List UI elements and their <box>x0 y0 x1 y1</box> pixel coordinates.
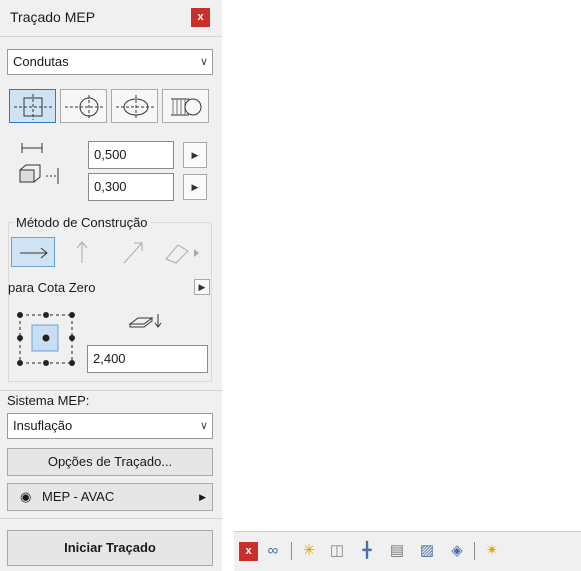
add-segment-icon[interactable]: ◫ <box>326 540 348 562</box>
construction-group-label: Método de Construção <box>14 215 150 230</box>
arrow-right-icon <box>20 247 48 259</box>
divider <box>0 36 222 37</box>
width-input[interactable]: 0,500 <box>88 141 174 169</box>
routing-options-button[interactable]: Opções de Traçado... <box>7 448 213 476</box>
zero-level-label: para Cota Zero <box>8 280 96 295</box>
divider <box>0 390 222 391</box>
width-menu-button[interactable]: ▶ <box>183 142 207 168</box>
oval-duct-tool[interactable] <box>111 89 158 123</box>
zero-level-menu-button[interactable]: ▶ <box>194 279 210 295</box>
palette-title: Traçado MEP <box>10 9 96 25</box>
circular-duct-icon <box>65 95 103 119</box>
settings-star-icon[interactable]: ✴ <box>481 540 503 562</box>
rectangular-duct-icon <box>14 94 52 120</box>
sloped-route-icon[interactable] <box>158 237 208 267</box>
chevron-down-icon: ∨ <box>199 420 208 432</box>
routing-link-icon[interactable]: ∞ <box>262 540 284 562</box>
close-button[interactable]: x <box>191 8 210 27</box>
edit-route-icon[interactable]: ▨ <box>416 540 438 562</box>
insert-branch-icon[interactable]: ╋ <box>356 540 378 562</box>
dimension-icon <box>19 143 59 184</box>
select-segment-icon[interactable]: ▤ <box>386 540 408 562</box>
height-input[interactable]: 0,300 <box>88 173 174 201</box>
elevation-input[interactable]: 2,400 <box>87 345 208 373</box>
start-routing-button[interactable]: Iniciar Traçado <box>7 530 213 566</box>
divider <box>0 518 222 519</box>
route-3d-icon[interactable]: ◈ <box>446 540 468 562</box>
layer-button[interactable]: ◉ MEP - AVAC ▶ <box>7 483 213 511</box>
mep-routing-palette: Traçado MEP x Condutas ∨ 0,500 ▶ 0,300 ▶… <box>0 0 222 571</box>
system-select[interactable]: Insuflação ∨ <box>7 413 213 439</box>
horizontal-method-button[interactable] <box>11 237 55 267</box>
flexible-duct-icon <box>171 98 202 116</box>
toolbar-separator <box>474 542 475 560</box>
system-select-value: Insuflação <box>13 418 73 433</box>
layer-label: MEP - AVAC <box>42 489 115 504</box>
type-select-value: Condutas <box>13 54 69 69</box>
chevron-right-icon: ▶ <box>199 492 206 502</box>
oval-duct-icon <box>116 95 154 119</box>
snap-star-icon[interactable]: ✳ <box>298 540 320 562</box>
eye-icon: ◉ <box>20 489 32 504</box>
flexible-duct-tool[interactable] <box>162 89 209 123</box>
rectangular-duct-tool[interactable] <box>9 89 56 123</box>
type-select[interactable]: Condutas ∨ <box>7 49 213 75</box>
height-menu-button[interactable]: ▶ <box>183 174 207 200</box>
arrow-diagonal-icon[interactable] <box>112 237 152 267</box>
anchor-point-grid[interactable] <box>14 307 78 369</box>
system-label: Sistema MEP: <box>7 393 90 408</box>
toolbar-close-button[interactable]: x <box>239 542 258 561</box>
arrow-up-icon[interactable] <box>62 237 102 267</box>
circular-duct-tool[interactable] <box>60 89 107 123</box>
elevation-icon <box>128 314 162 328</box>
chevron-down-icon: ∨ <box>199 56 208 68</box>
toolbar-separator <box>291 542 292 560</box>
